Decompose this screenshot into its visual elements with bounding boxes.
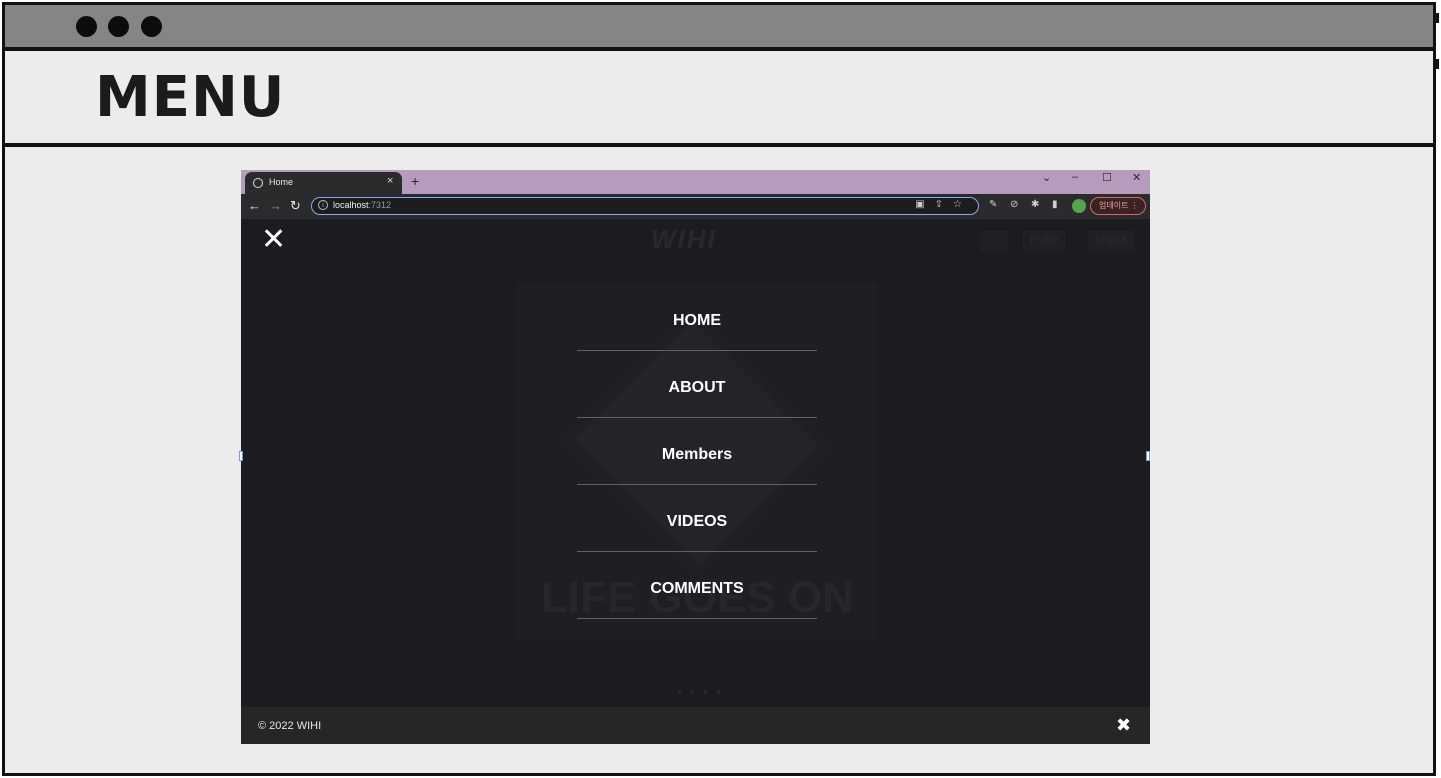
menu-item-label: COMMENTS	[650, 580, 744, 597]
update-button[interactable]: 업데이트 ⋮	[1090, 197, 1146, 215]
carousel-dots: ● ● ● ●	[677, 687, 724, 696]
menu-item-label: VIDEOS	[666, 513, 728, 530]
omnibox-icons[interactable]: ▣⇪☆	[915, 199, 972, 210]
menu-item-about[interactable]: ABOUT	[577, 351, 817, 418]
menu-item-members[interactable]: Members	[577, 418, 817, 485]
edge-mark	[1433, 13, 1439, 23]
reload-icon[interactable]: ↻	[290, 198, 301, 214]
browser-toolbar: ← → ↻ i localhost:7312 ▣⇪☆ ✎ ⊘ ✱ ▮ 업데이트 …	[241, 194, 1150, 219]
puzzle-icon[interactable]: ✱	[1031, 199, 1039, 210]
close-window-icon[interactable]: ✕	[1132, 171, 1141, 184]
page-footer: © 2022 WIHI ✖	[241, 707, 1150, 744]
url-port: :7312	[368, 200, 392, 210]
tab-strip: Home × + ⌄ – ☐ ✕	[241, 170, 1150, 194]
browser-tab-home[interactable]: Home ×	[245, 172, 402, 194]
extension-pen-icon[interactable]: ✎	[989, 199, 997, 210]
resize-handle[interactable]	[1146, 451, 1150, 461]
menu-item-label: HOME	[673, 312, 721, 329]
close-menu-button[interactable]: ✕	[261, 225, 286, 255]
menu-item-label: ABOUT	[668, 379, 726, 396]
globe-icon	[253, 178, 263, 188]
window-dot-icon	[108, 16, 129, 37]
url-host: localhost	[333, 200, 369, 210]
menu-item-videos[interactable]: VIDEOS	[577, 485, 817, 552]
browser-screenshot: Home × + ⌄ – ☐ ✕ ← → ↻ i localhost:7312 …	[241, 170, 1150, 744]
tab-close-icon[interactable]: ×	[387, 175, 393, 187]
window-titlebar	[5, 5, 1433, 51]
page-content: WIHI Profile Logout LIFE GOES ON ● ● ● ●…	[241, 219, 1150, 707]
side-panel-icon[interactable]: ▮	[1052, 199, 1058, 210]
window-dot-icon	[141, 16, 162, 37]
minimize-icon[interactable]: –	[1072, 171, 1078, 183]
maximize-icon[interactable]: ☐	[1102, 171, 1112, 184]
address-bar[interactable]: i localhost:7312 ▣⇪☆	[311, 197, 979, 215]
copyright-text: © 2022 WIHI	[258, 720, 322, 732]
menu-item-home[interactable]: HOME	[577, 284, 817, 351]
block-icon[interactable]: ⊘	[1010, 199, 1018, 210]
resize-handle[interactable]	[239, 451, 243, 461]
back-icon[interactable]: ←	[248, 198, 261, 213]
page-title: MENU	[95, 65, 286, 130]
tab-title: Home	[269, 177, 294, 187]
menu-item-label: Members	[661, 446, 733, 463]
site-logo: WIHI	[651, 224, 717, 254]
tab-search-icon[interactable]: ⌄	[1042, 171, 1051, 184]
bg-profile-button: Profile	[1023, 231, 1066, 251]
new-tab-button[interactable]: +	[411, 173, 419, 189]
heading-bar: MENU	[5, 51, 1433, 147]
tools-icon[interactable]: ✖	[1116, 715, 1131, 736]
window-dot-icon	[76, 16, 97, 37]
menu-item-comments[interactable]: COMMENTS	[577, 552, 817, 619]
bg-logout-button: Logout	[1089, 231, 1134, 251]
bg-button	[981, 231, 1007, 251]
profile-avatar[interactable]	[1072, 199, 1086, 213]
edge-mark	[1433, 59, 1439, 69]
forward-icon[interactable]: →	[269, 198, 282, 213]
url-text: localhost:7312	[333, 200, 391, 210]
site-info-icon[interactable]: i	[318, 200, 328, 210]
nav-menu: HOME ABOUT Members VIDEOS COMMENTS	[577, 284, 817, 619]
